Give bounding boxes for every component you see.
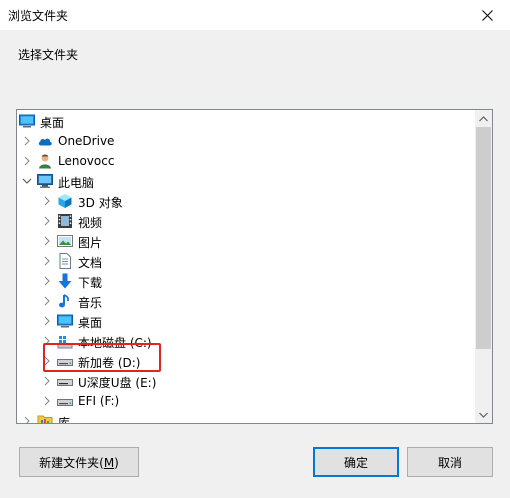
chevron-right-icon[interactable] (41, 275, 53, 287)
tree-item-label: Lenovocc (58, 154, 115, 168)
video-icon (57, 213, 73, 229)
tree-item[interactable]: 视频 (17, 211, 476, 231)
tree-item[interactable]: 下载 (17, 271, 476, 291)
computer-icon (37, 173, 53, 189)
folder-tree[interactable]: 桌面 OneDrive Lenovocc 此电脑 3D 对象 视频 图片 文档 下载 音乐 桌面 本地… (16, 109, 493, 424)
chevron-right-icon[interactable] (21, 415, 33, 423)
chevron-right-icon[interactable] (41, 315, 53, 327)
chevron-right-icon[interactable] (41, 195, 53, 207)
tree-item-label: 桌面 (78, 316, 103, 330)
tree-item[interactable]: Lenovocc (17, 151, 476, 171)
tree-item-label: 下载 (78, 276, 103, 290)
tree-item[interactable]: 此电脑 (17, 171, 476, 191)
tree-item-label: OneDrive (58, 134, 115, 148)
chevron-right-icon[interactable] (41, 235, 53, 247)
tree-item[interactable]: 3D 对象 (17, 191, 476, 211)
tree-item[interactable]: 桌面 (17, 111, 476, 131)
desktop-icon (19, 113, 35, 129)
tree-item-label: 3D 对象 (78, 196, 123, 210)
chevron-right-icon[interactable] (41, 215, 53, 227)
scroll-down-button[interactable] (475, 406, 492, 423)
tree-item-label: EFI (F:) (78, 394, 120, 408)
desktop-icon (57, 313, 73, 329)
cancel-button[interactable]: 取消 (407, 447, 493, 477)
tree-item-label: 此电脑 (58, 176, 95, 190)
drive-icon (57, 393, 73, 409)
tree-item[interactable]: 桌面 (17, 311, 476, 331)
chevron-right-icon[interactable] (41, 255, 53, 267)
chevron-down-icon[interactable] (21, 175, 33, 187)
chevron-right-icon[interactable] (41, 395, 53, 407)
tree-item-label: 桌面 (40, 116, 65, 130)
chevron-right-icon[interactable] (21, 155, 33, 167)
tree-item-label: U深度U盘 (E:) (78, 376, 157, 390)
tree-item-label: 库 (58, 416, 71, 424)
usb-drive-icon (57, 373, 73, 389)
tree-item-label: 图片 (78, 236, 103, 250)
close-icon (481, 9, 493, 21)
tree-item[interactable]: 库 (17, 411, 476, 424)
3d-objects-icon (57, 193, 73, 209)
tree-item[interactable]: 音乐 (17, 291, 476, 311)
title-bar: 浏览文件夹 (0, 0, 510, 30)
window-title: 浏览文件夹 (8, 9, 69, 23)
tree-item[interactable]: EFI (F:) (17, 391, 476, 411)
instruction-text: 选择文件夹 (18, 48, 79, 62)
library-icon (37, 413, 53, 423)
document-icon (57, 253, 73, 269)
ok-button[interactable]: 确定 (313, 447, 399, 477)
tree-item[interactable]: 图片 (17, 231, 476, 251)
scroll-thumb[interactable] (476, 127, 491, 349)
chevron-up-icon (479, 115, 488, 121)
tree-item[interactable]: 文档 (17, 251, 476, 271)
close-button[interactable] (464, 0, 510, 30)
tree-item[interactable]: U深度U盘 (E:) (17, 371, 476, 391)
chevron-right-icon[interactable] (21, 135, 33, 147)
tree-item[interactable]: OneDrive (17, 131, 476, 151)
chevron-right-icon[interactable] (41, 295, 53, 307)
cloud-icon (37, 133, 53, 149)
vertical-scrollbar[interactable] (475, 110, 492, 423)
chevron-right-icon[interactable] (41, 375, 53, 387)
new-folder-button[interactable]: 新建文件夹(M) (19, 447, 139, 477)
user-icon (37, 153, 53, 169)
pictures-icon (57, 233, 73, 249)
tree-item-label: 音乐 (78, 296, 103, 310)
tree-item-label: 文档 (78, 256, 103, 270)
chevron-down-icon (479, 412, 488, 418)
download-icon (57, 273, 73, 289)
new-folder-label: 新建文件夹(M) (39, 455, 119, 470)
music-icon (57, 293, 73, 309)
scroll-up-button[interactable] (475, 110, 492, 127)
tree-item-label: 视频 (78, 216, 103, 230)
highlight-box (43, 343, 161, 372)
